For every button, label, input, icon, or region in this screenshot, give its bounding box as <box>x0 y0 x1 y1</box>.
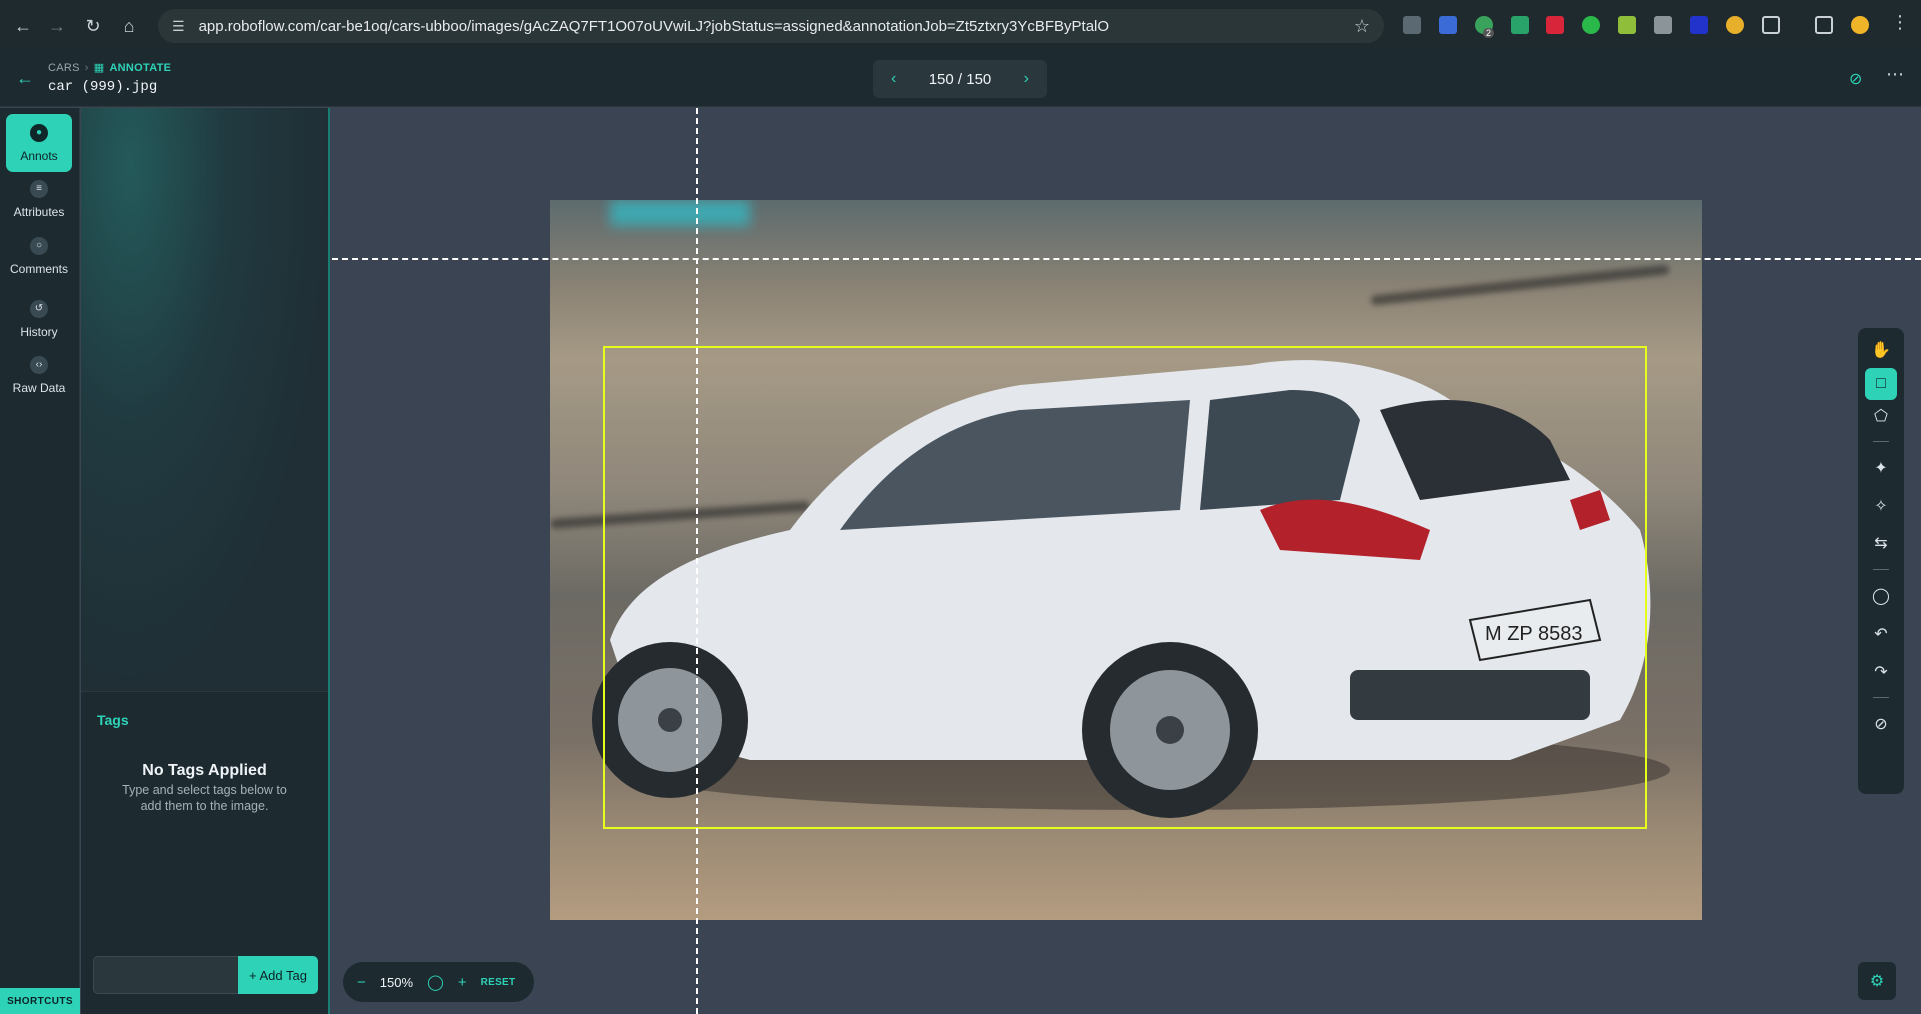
toolbar-divider <box>1873 697 1889 698</box>
side-panel-icon[interactable] <box>1815 16 1833 34</box>
extensions-puzzle-icon[interactable] <box>1762 16 1780 34</box>
rail-item-comments[interactable]: ○ Comments <box>6 227 72 285</box>
rail-item-label: Comments <box>9 261 68 276</box>
list-icon: ≡ <box>30 179 48 198</box>
url-text[interactable]: app.roboflow.com/car-be1oq/cars-ubboo/im… <box>199 18 1109 35</box>
lock-icon[interactable]: ◯ <box>427 973 444 991</box>
rail-item-history[interactable]: ↺ History <box>6 290 72 348</box>
image-filename: car (999).jpg <box>48 79 158 95</box>
undo-icon[interactable]: ↶ <box>1865 618 1897 650</box>
zoom-out-icon[interactable]: − <box>357 974 366 991</box>
site-info-icon[interactable]: ☰ <box>172 18 185 35</box>
side-panel: Tags No Tags Applied Type and select tag… <box>81 108 330 1014</box>
bounding-box-annotation[interactable] <box>603 346 1647 829</box>
address-bar[interactable]: ☰ app.roboflow.com/car-be1oq/cars-ubboo/… <box>158 9 1384 43</box>
crosshair-horizontal <box>332 258 1921 260</box>
left-rail: ● Annots ≡ Attributes ○ Comments ↺ Histo… <box>0 108 80 1014</box>
sheets-extension-icon[interactable] <box>1511 16 1529 34</box>
hide-annotations-icon[interactable]: ⊘ <box>1849 69 1862 89</box>
next-image-icon[interactable]: › <box>1024 70 1029 88</box>
back-icon[interactable]: ← <box>12 15 34 37</box>
polygon-icon[interactable]: ⬠ <box>1865 400 1897 432</box>
rail-item-label: History <box>20 324 58 339</box>
code-icon: ‹› <box>30 355 48 374</box>
zoom-level: 150% <box>379 974 414 990</box>
annotation-canvas[interactable]: M ZP 8583 <box>332 108 1921 1014</box>
breadcrumb: CARS › ▦ ANNOTATE <box>48 61 171 75</box>
repeat-icon[interactable]: ⇆ <box>1865 527 1897 559</box>
hand-icon[interactable]: ✋ <box>1865 334 1897 366</box>
chevron-right-icon: › <box>84 61 89 74</box>
extension-badge: 2 <box>1483 28 1495 38</box>
toolbar-divider <box>1873 569 1889 570</box>
image-pager: ‹ 150 / 150 › <box>873 60 1047 98</box>
blue-extension-icon[interactable] <box>1690 16 1708 34</box>
image-counter: 150 / 150 <box>928 70 992 88</box>
reset-zoom-button[interactable]: RESET <box>481 977 516 988</box>
breadcrumb-annotate[interactable]: ANNOTATE <box>109 62 171 74</box>
zoom-in-icon[interactable]: + <box>458 974 467 991</box>
colorful-extension-icon[interactable] <box>1618 16 1636 34</box>
add-tag-button[interactable]: + Add Tag <box>238 956 318 994</box>
no-tags-title: No Tags Applied <box>142 762 267 779</box>
back-to-project-icon[interactable]: ← <box>16 68 34 89</box>
reload-icon[interactable]: ↻ <box>82 15 104 37</box>
annotate-icon: ▦ <box>93 62 105 74</box>
red-extension-icon[interactable] <box>1546 16 1564 34</box>
annotations-list-area <box>81 108 328 692</box>
toolbar-divider <box>1873 441 1889 442</box>
rail-item-label: Attributes <box>13 204 65 219</box>
tool-bar: ✋ □ ⬠ ✦ ✧ ⇆ ◯ ↶ ↷ ⊘ <box>1858 328 1904 794</box>
redo-icon[interactable]: ↷ <box>1865 656 1897 688</box>
home-icon[interactable]: ⌂ <box>118 15 140 37</box>
more-options-icon[interactable]: ⋯ <box>1886 64 1905 85</box>
rail-item-annots[interactable]: ● Annots <box>6 114 72 172</box>
bounding-box-icon[interactable]: □ <box>1865 368 1897 400</box>
tag-input[interactable] <box>93 956 239 994</box>
translate-extension-icon[interactable] <box>1439 16 1457 34</box>
multicolor-extension-icon[interactable] <box>1726 16 1744 34</box>
comment-icon: ○ <box>30 236 48 255</box>
browser-toolbar: ← → ↻ ⌂ ☰ app.roboflow.com/car-be1oq/car… <box>0 0 1921 52</box>
rail-item-raw-data[interactable]: ‹› Raw Data <box>6 346 72 404</box>
rail-item-label: Annots <box>20 148 58 163</box>
no-tags-hint: Type and select tags below to add them t… <box>122 783 287 813</box>
previous-image-icon[interactable]: ‹ <box>891 70 896 88</box>
rail-item-attributes[interactable]: ≡ Attributes <box>6 170 72 228</box>
zoom-controls: − 150% ◯ + RESET <box>343 962 534 1002</box>
history-icon: ↺ <box>30 299 48 318</box>
shortcuts-button[interactable]: SHORTCUTS <box>0 988 80 1014</box>
browser-menu-icon[interactable]: ⋮ <box>1891 12 1909 33</box>
settings-gear-icon[interactable]: ⚙ <box>1858 962 1896 1000</box>
sync-extension-icon[interactable] <box>1582 16 1600 34</box>
crosshair-vertical <box>696 108 698 1014</box>
cast-icon[interactable] <box>1403 16 1421 34</box>
annotations-icon: ● <box>30 123 48 142</box>
bookmark-star-icon[interactable]: ☆ <box>1354 16 1370 37</box>
comment-icon[interactable]: ◯ <box>1865 580 1897 612</box>
app-header: ← CARS › ▦ ANNOTATE car (999).jpg ‹ 150 … <box>0 52 1921 107</box>
camera-extension-icon[interactable] <box>1654 16 1672 34</box>
rail-item-label: Raw Data <box>12 380 66 395</box>
smart-select-icon[interactable]: ✦ <box>1865 452 1897 484</box>
tags-heading: Tags <box>97 712 129 728</box>
profile-avatar[interactable] <box>1851 16 1869 34</box>
breadcrumb-project[interactable]: CARS <box>48 62 80 74</box>
magic-wand-icon[interactable]: ✧ <box>1865 490 1897 522</box>
hide-icon[interactable]: ⊘ <box>1865 708 1897 740</box>
forward-icon[interactable]: → <box>46 15 68 37</box>
